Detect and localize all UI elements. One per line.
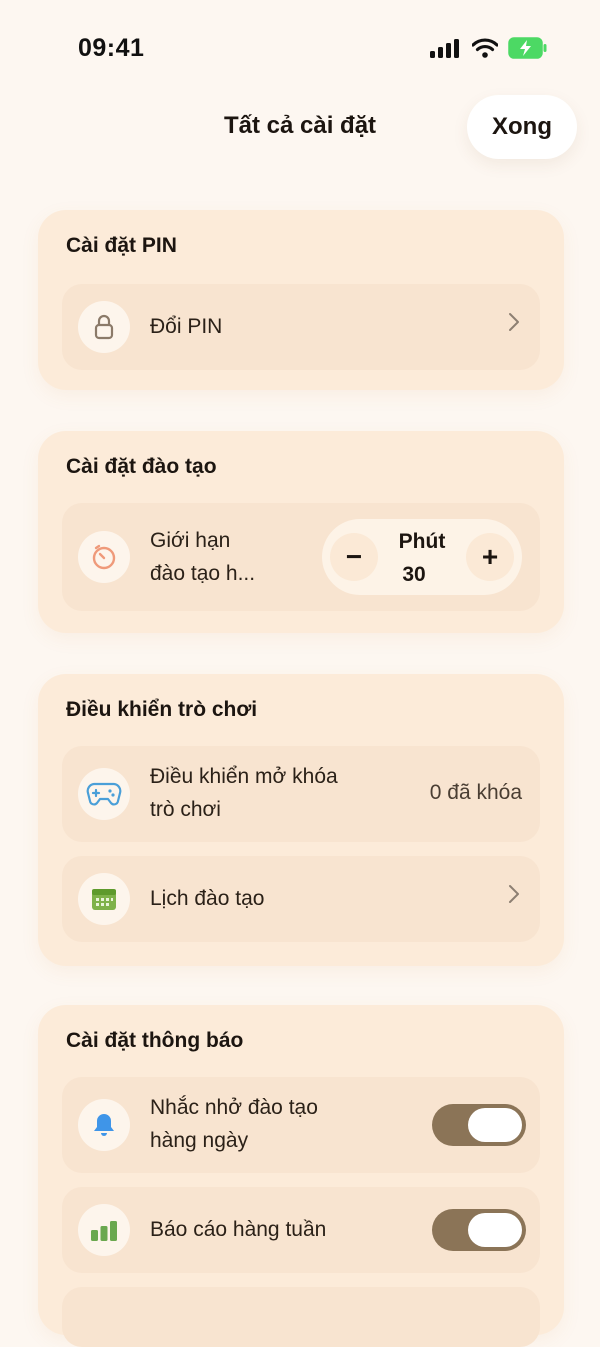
gamepad-icon xyxy=(78,768,130,820)
daily-reminder-row: Nhắc nhở đào tạo hàng ngày xyxy=(62,1077,540,1173)
training-limit-label: Giới hạn đào tạo h... xyxy=(150,524,255,590)
training-settings-title: Cài đặt đào tạo xyxy=(66,455,217,478)
bar-chart-icon xyxy=(78,1204,130,1256)
training-schedule-row[interactable]: Lịch đào tạo xyxy=(62,856,540,942)
game-unlock-label-line2: trò chơi xyxy=(150,798,221,821)
stepper-value: Phút 30 xyxy=(374,525,470,591)
chevron-right-icon xyxy=(508,312,520,338)
pin-settings-title: Cài đặt PIN xyxy=(66,234,177,257)
wifi-icon xyxy=(472,38,498,58)
lock-icon xyxy=(78,301,130,353)
toggle-knob xyxy=(468,1108,522,1142)
stepper-unit: Phút xyxy=(398,530,446,553)
training-schedule-label: Lịch đào tạo xyxy=(150,887,265,910)
game-unlock-row[interactable]: Điều khiển mở khóa trò chơi 0 đã khóa xyxy=(62,746,540,842)
done-button[interactable]: Xong xyxy=(467,95,577,159)
calendar-icon xyxy=(78,873,130,925)
game-unlock-label-line1: Điều khiển mở khóa xyxy=(150,765,338,788)
daily-reminder-label-line2: hàng ngày xyxy=(150,1129,249,1152)
change-pin-label: Đổi PIN xyxy=(150,315,223,338)
training-limit-label-line2: đào tạo h... xyxy=(150,562,256,585)
status-time: 09:41 xyxy=(78,34,145,62)
daily-reminder-label: Nhắc nhở đào tạo hàng ngày xyxy=(150,1091,318,1157)
training-limit-row: Giới hạn đào tạo h... − Phút 30 + xyxy=(62,503,540,611)
notification-settings-card: Cài đặt thông báo Nhắc nhở đào tạo hàng … xyxy=(38,1005,564,1347)
game-unlock-label: Điều khiển mở khóa trò chơi xyxy=(150,760,338,826)
weekly-report-label: Báo cáo hàng tuần xyxy=(150,1218,327,1241)
daily-reminder-toggle[interactable] xyxy=(432,1104,526,1146)
increment-button[interactable]: + xyxy=(466,533,514,581)
notification-settings-title: Cài đặt thông báo xyxy=(66,1029,244,1052)
daily-reminder-label-line1: Nhắc nhở đào tạo xyxy=(150,1096,318,1119)
weekly-report-row: Báo cáo hàng tuần xyxy=(62,1187,540,1273)
game-control-title: Điều khiển trò chơi xyxy=(66,698,258,721)
stepper-number: 30 xyxy=(402,563,426,586)
chevron-right-icon xyxy=(508,884,520,910)
change-pin-row[interactable]: Đổi PIN xyxy=(62,284,540,370)
timer-icon xyxy=(78,531,130,583)
toggle-knob xyxy=(468,1213,522,1247)
pin-settings-card: Cài đặt PIN Đổi PIN xyxy=(38,210,564,390)
next-setting-row xyxy=(62,1287,540,1347)
training-settings-card: Cài đặt đào tạo Giới hạn đào tạo h... − … xyxy=(38,431,564,633)
battery-icon xyxy=(508,37,547,59)
training-limit-label-line1: Giới hạn xyxy=(150,529,231,552)
signal-icon xyxy=(430,39,459,58)
game-control-card: Điều khiển trò chơi Điều khiển mở khóa t… xyxy=(38,674,564,966)
header: Tất cả cài đặt Xong xyxy=(0,95,600,159)
minutes-stepper: − Phút 30 + xyxy=(322,519,522,595)
bell-icon xyxy=(78,1099,130,1151)
locked-count: 0 đã khóa xyxy=(429,781,522,804)
status-bar: 09:41 xyxy=(0,0,600,90)
status-icons xyxy=(430,37,548,59)
weekly-report-toggle[interactable] xyxy=(432,1209,526,1251)
